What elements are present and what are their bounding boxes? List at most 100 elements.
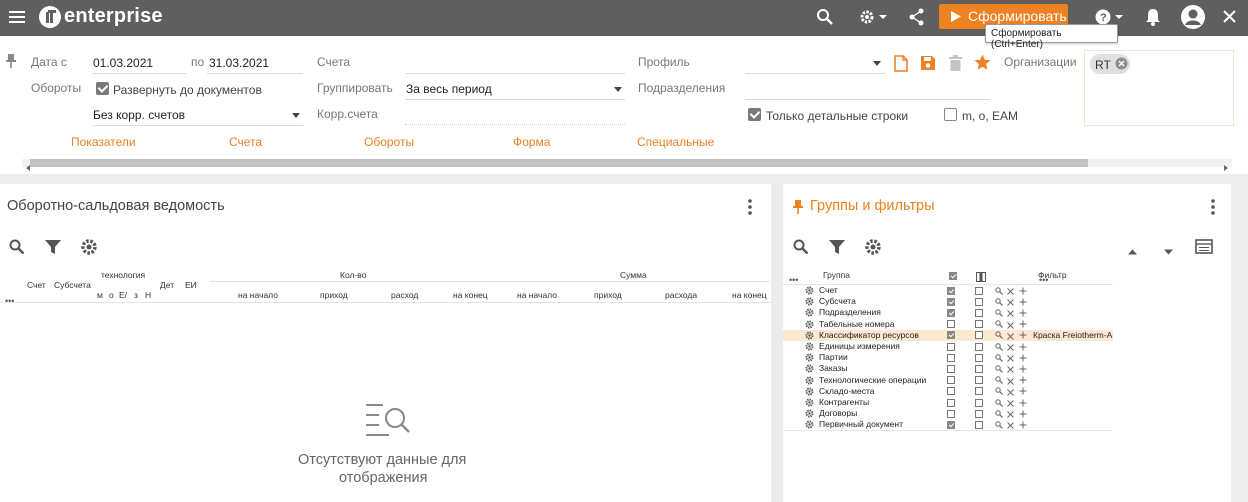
row-add-icon[interactable] [1019, 354, 1027, 364]
group-column-checkbox[interactable] [975, 409, 983, 418]
group-enabled-checkbox[interactable] [947, 398, 955, 407]
row-add-icon[interactable] [1019, 365, 1027, 375]
filter-icon[interactable] [45, 239, 61, 258]
group-row[interactable]: Контрагенты [783, 397, 1111, 408]
profile-dropdown-icon[interactable] [873, 61, 881, 66]
group-row[interactable]: Счет [783, 285, 1111, 296]
group-enabled-checkbox[interactable] [947, 409, 955, 418]
group-enabled-checkbox[interactable] [947, 420, 955, 429]
group-row[interactable]: Технологические операции [783, 375, 1111, 386]
group-enabled-checkbox[interactable] [947, 308, 955, 317]
row-add-icon[interactable] [1019, 343, 1027, 353]
group-column-checkbox[interactable] [975, 331, 983, 340]
group-enabled-checkbox[interactable] [947, 342, 955, 351]
row-search-icon[interactable] [995, 353, 1003, 364]
group-column-checkbox[interactable] [975, 342, 983, 351]
group-column-checkbox[interactable] [975, 387, 983, 396]
chip-remove-icon[interactable] [1115, 57, 1128, 73]
row-add-icon[interactable] [1019, 376, 1027, 386]
group-enabled-checkbox[interactable] [947, 387, 955, 396]
favorite-star-icon[interactable] [974, 54, 991, 74]
row-add-icon[interactable] [1019, 331, 1027, 341]
row-search-icon[interactable] [995, 331, 1003, 341]
group-column-checkbox[interactable] [975, 320, 983, 329]
row-search-icon[interactable] [995, 286, 1003, 297]
organization-chip[interactable]: RT [1090, 54, 1130, 74]
search-icon[interactable] [816, 8, 834, 26]
filter-value[interactable]: Краска Freiotherm-A [1033, 330, 1113, 340]
save-icon[interactable] [920, 55, 936, 74]
group-row[interactable]: Подразделения [783, 307, 1111, 318]
new-file-icon[interactable] [894, 55, 908, 75]
scrollbar-thumb[interactable] [30, 159, 1088, 167]
group-enabled-checkbox[interactable] [947, 320, 955, 329]
group-row[interactable]: Первичный документ [783, 419, 1111, 430]
group-row[interactable]: Единицы измерения [783, 341, 1111, 352]
row-add-icon[interactable] [1019, 387, 1027, 397]
group-column-checkbox[interactable] [975, 286, 983, 295]
row-search-icon[interactable] [995, 320, 1003, 330]
row-search-icon[interactable] [995, 297, 1003, 308]
tab-form[interactable]: Форма [513, 135, 550, 149]
tab-indicators[interactable]: Показатели [71, 135, 136, 149]
row-add-icon[interactable] [1019, 320, 1027, 330]
group-row[interactable]: Субсчета [783, 296, 1111, 307]
row-search-icon[interactable] [995, 309, 1003, 319]
group-row[interactable]: Заказы [783, 363, 1111, 374]
tab-special[interactable]: Специальные [637, 135, 714, 149]
row-add-icon[interactable] [1019, 287, 1027, 297]
gear-icon[interactable] [859, 8, 889, 26]
select-all-checkbox[interactable] [949, 272, 957, 280]
row-add-icon[interactable] [1019, 410, 1027, 420]
more-vert-icon[interactable] [748, 199, 752, 218]
move-up-icon[interactable] [1128, 244, 1137, 258]
only-detail-checkbox[interactable] [748, 108, 761, 121]
scroll-left-icon[interactable] [26, 160, 31, 174]
menu-icon[interactable] [9, 10, 25, 24]
more-vert-icon[interactable] [1211, 199, 1215, 218]
tab-accounts[interactable]: Счета [229, 135, 262, 149]
settings-gear-icon[interactable] [864, 238, 882, 259]
search-icon[interactable] [793, 239, 809, 258]
departments-field[interactable] [745, 99, 990, 100]
group-column-checkbox[interactable] [975, 353, 983, 362]
close-icon[interactable] [1223, 10, 1236, 23]
group-column-checkbox[interactable] [975, 297, 983, 306]
group-enabled-checkbox[interactable] [947, 286, 955, 295]
group-enabled-checkbox[interactable] [947, 376, 955, 385]
group-row[interactable]: Складо-места [783, 386, 1111, 397]
group-row[interactable]: Договоры [783, 408, 1111, 419]
group-enabled-checkbox[interactable] [947, 364, 955, 373]
filter-icon[interactable] [829, 239, 845, 258]
group-enabled-checkbox[interactable] [947, 297, 955, 306]
group-enabled-checkbox[interactable] [947, 353, 955, 362]
pin-icon[interactable] [792, 200, 804, 217]
row-search-icon[interactable] [995, 342, 1003, 353]
row-menu-icon[interactable]: ••• [5, 296, 14, 306]
group-column-checkbox[interactable] [975, 376, 983, 385]
group-column-checkbox[interactable] [975, 308, 983, 317]
tab-turnovers[interactable]: Обороты [364, 135, 414, 149]
group-row[interactable]: Табельные номера [783, 319, 1111, 330]
expand-docs-checkbox[interactable] [96, 82, 109, 95]
row-add-icon[interactable] [1019, 309, 1027, 319]
group-row[interactable]: Классификатор ресурсов Краска Freiotherm-… [783, 329, 1113, 341]
account-icon[interactable] [1180, 4, 1206, 30]
row-search-icon[interactable] [995, 398, 1003, 409]
row-search-icon[interactable] [995, 387, 1003, 397]
corr-dropdown-icon[interactable] [292, 113, 300, 118]
delete-icon[interactable] [949, 55, 962, 74]
scroll-right-icon[interactable] [1224, 160, 1229, 174]
group-row[interactable]: Партии [783, 352, 1111, 363]
row-search-icon[interactable] [995, 365, 1003, 375]
group-select[interactable]: За весь период [406, 82, 492, 96]
corr-accounts-field[interactable] [405, 102, 625, 125]
row-search-icon[interactable] [995, 409, 1003, 420]
date-from-field[interactable]: 01.03.2021 [93, 56, 153, 70]
group-enabled-checkbox[interactable] [947, 331, 955, 340]
row-add-icon[interactable] [1019, 399, 1027, 409]
table-view-icon[interactable] [1195, 239, 1213, 257]
move-down-icon[interactable] [1164, 244, 1173, 258]
date-to-field[interactable]: 31.03.2021 [209, 56, 269, 70]
row-search-icon[interactable] [995, 376, 1003, 386]
